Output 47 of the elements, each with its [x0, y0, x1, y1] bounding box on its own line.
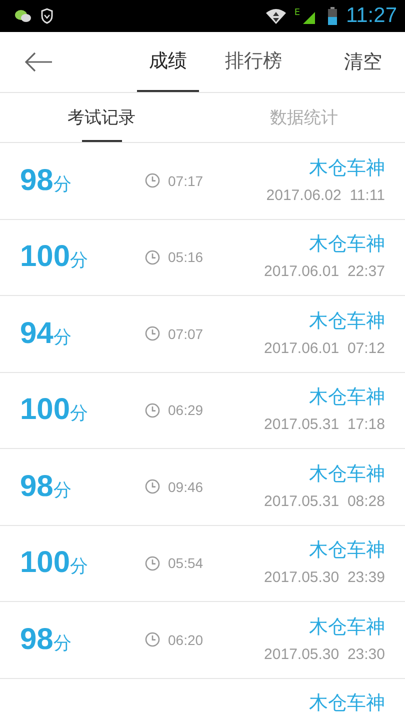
score: 98分 — [20, 622, 72, 657]
user-name: 木仓车神 — [309, 156, 385, 181]
date-time: 2017.05.30 23:39 — [264, 569, 385, 586]
clock-icon — [145, 556, 160, 571]
tab[interactable]: 考试记录 — [0, 93, 202, 142]
date-time: 2017.05.30 23:30 — [264, 646, 385, 663]
user-name: 木仓车神 — [309, 614, 385, 640]
user-name: 木仓车神 — [309, 385, 385, 410]
user-name: 木仓车神 — [309, 538, 385, 564]
network-type: E — [294, 8, 300, 18]
date-time: 2017.05.31 08:28 — [264, 492, 385, 510]
user-name: 木仓车神 — [309, 462, 385, 487]
date-time: 2017.06.01 07:12 — [264, 340, 385, 357]
user-name: 木仓车神 — [309, 232, 385, 258]
clock-icon — [145, 632, 160, 648]
clear-button[interactable]: 清空 — [344, 49, 382, 75]
back-arrow-icon[interactable] — [25, 52, 53, 72]
date-time: 2017.06.01 22:37 — [264, 263, 385, 280]
score: 98分 — [20, 164, 72, 198]
duration: 06:20 — [168, 632, 204, 648]
date-time: 2017.06.02 11:11 — [266, 186, 385, 204]
score: 94分 — [20, 316, 72, 351]
date-time: 2017.05.31 17:18 — [264, 416, 385, 434]
duration: 09:46 — [168, 478, 204, 495]
clock-icon — [145, 479, 160, 494]
user-name: 木仓车神 — [309, 308, 385, 334]
user-name: 木仓车神 — [309, 691, 385, 716]
duration: 07:17 — [168, 172, 204, 189]
clock-time: 11:27 — [346, 4, 397, 28]
score: 100分 — [20, 393, 90, 428]
clock-icon — [145, 326, 160, 342]
clock-icon — [145, 173, 160, 188]
score: 98分 — [20, 470, 72, 504]
duration: 05:16 — [168, 249, 204, 266]
shield-icon — [40, 8, 54, 24]
battery-icon — [328, 7, 337, 25]
duration: 06:29 — [168, 402, 204, 418]
tab[interactable]: 成绩 — [137, 32, 199, 92]
duration: 07:07 — [168, 326, 204, 342]
clock-icon — [145, 250, 160, 265]
chat-bubbles-icon — [14, 9, 32, 23]
wifi-icon — [265, 8, 288, 24]
tab[interactable]: 排行榜 — [213, 32, 294, 92]
score: 100分 — [20, 240, 90, 274]
clock-icon — [145, 402, 160, 418]
score: 100分 — [20, 546, 90, 580]
duration: 05:54 — [168, 555, 204, 572]
